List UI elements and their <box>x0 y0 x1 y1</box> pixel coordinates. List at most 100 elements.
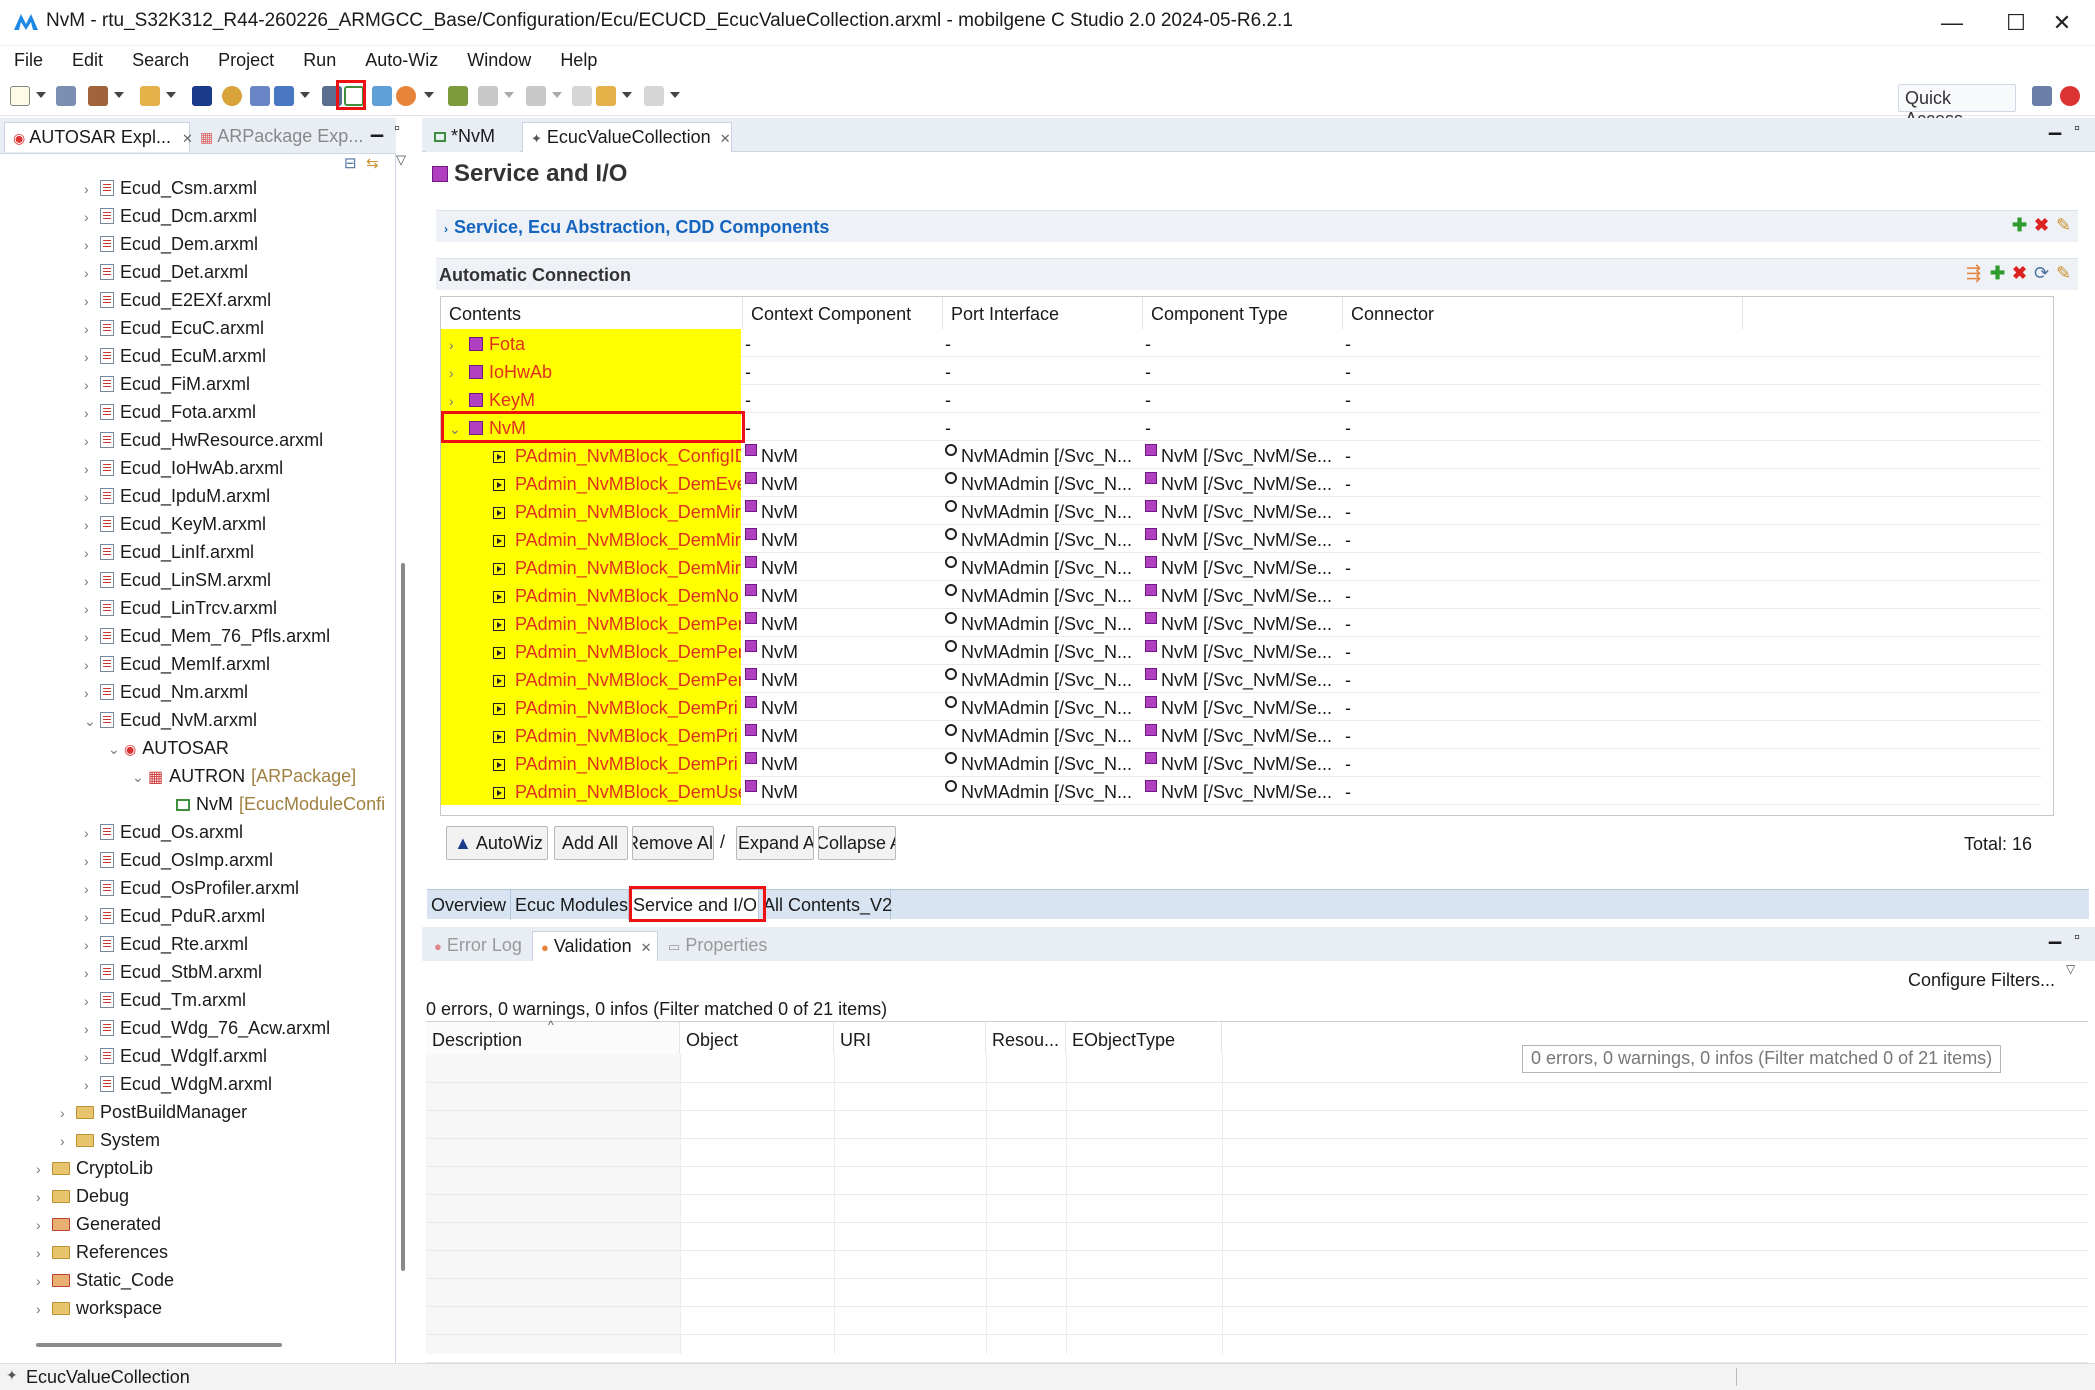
expand-arrow-icon[interactable]: › <box>84 259 100 286</box>
table-row[interactable]: PAdmin_NvMBlock_DemUse NvM NvMAdmin [/Svc_… <box>441 777 2041 805</box>
tree-item[interactable]: › Ecud_LinIf.arxml <box>84 538 395 566</box>
tree-item[interactable]: › Ecud_IpduM.arxml <box>84 482 395 510</box>
alert-icon[interactable] <box>396 86 416 106</box>
expand-arrow-icon[interactable]: › <box>84 539 100 566</box>
col-resource[interactable]: Resou... <box>986 1022 1066 1054</box>
expand-arrow-icon[interactable]: › <box>36 1295 52 1322</box>
alert-dropdown-icon[interactable] <box>424 92 434 98</box>
collapse-all-icon[interactable]: ⊟ <box>344 154 357 172</box>
tab-validation[interactable]: ● Validation ✕ <box>532 931 658 961</box>
tree-item[interactable]: › PostBuildManager <box>60 1098 395 1126</box>
new-icon[interactable] <box>10 86 30 106</box>
table-row[interactable]: PAdmin_NvMBlock_DemPri NvM NvMAdmin [/Svc_… <box>441 749 2041 777</box>
expand-arrow-icon[interactable]: › <box>445 358 465 385</box>
build-icon[interactable] <box>88 86 108 106</box>
expand-arrow-icon[interactable]: › <box>36 1183 52 1210</box>
collapse-arrow-icon[interactable]: ⌄ <box>108 735 124 762</box>
expand-arrow-icon[interactable]: › <box>84 427 100 454</box>
minimize-editor-icon[interactable]: ▁ <box>2046 118 2064 136</box>
tree-item[interactable]: › Static_Code <box>36 1266 395 1294</box>
expand-arrow-icon[interactable]: › <box>60 1099 76 1126</box>
forward-icon[interactable] <box>644 86 664 106</box>
expand-arrow-icon[interactable]: › <box>84 931 100 958</box>
cell-contents[interactable]: › IoHwAb <box>441 357 741 385</box>
table-row[interactable]: PAdmin_NvMBlock_DemEve NvM NvMAdmin [/Svc_… <box>441 469 2041 497</box>
perspective-icon[interactable] <box>2032 86 2052 106</box>
tab-arpackage-explorer[interactable]: ▦ ARPackage Exp... <box>192 122 363 152</box>
connect-icon[interactable]: ⇶ <box>1966 263 1981 284</box>
col-context-component[interactable]: Context Component <box>743 297 943 329</box>
tree-item[interactable]: › References <box>36 1238 395 1266</box>
expand-arrow-icon[interactable]: › <box>84 595 100 622</box>
expand-arrow-icon[interactable]: › <box>84 315 100 342</box>
expand-arrow-icon[interactable]: › <box>84 651 100 678</box>
cell-contents[interactable]: PAdmin_NvMBlock_DemPer <box>441 637 741 665</box>
wand-dropdown-icon[interactable] <box>166 92 176 98</box>
cell-contents[interactable]: PAdmin_NvMBlock_ConfigID <box>441 441 741 469</box>
page-tab-overview[interactable]: Overview <box>427 890 511 920</box>
collapse-all-button[interactable]: Collapse All <box>818 826 896 860</box>
col-contents[interactable]: Contents <box>441 297 743 329</box>
new-dropdown-icon[interactable] <box>36 92 46 98</box>
table-row[interactable]: › KeyM - - - - <box>441 385 2041 413</box>
expand-arrow-icon[interactable]: › <box>36 1239 52 1266</box>
expand-arrow-icon[interactable]: › <box>84 847 100 874</box>
cell-contents[interactable]: PAdmin_NvMBlock_DemUse <box>441 777 741 805</box>
col-connector[interactable]: Connector <box>1343 297 1743 329</box>
expand-arrow-icon[interactable]: › <box>84 1043 100 1070</box>
cell-contents[interactable]: › KeyM <box>441 385 741 413</box>
maximize-view-icon[interactable]: ▫ <box>388 120 406 138</box>
tree-item[interactable]: › Ecud_Nm.arxml <box>84 678 395 706</box>
table-row[interactable]: PAdmin_NvMBlock_DemMir NvM NvMAdmin [/Svc_… <box>441 525 2041 553</box>
tree-vertical-scrollbar[interactable] <box>401 563 405 1271</box>
cell-contents[interactable]: PAdmin_NvMBlock_DemMir <box>441 553 741 581</box>
quick-access-field[interactable]: Quick Access <box>1898 84 2016 129</box>
table-row[interactable]: PAdmin_NvMBlock_DemMir NvM NvMAdmin [/Svc_… <box>441 497 2041 525</box>
export-icon[interactable] <box>274 86 294 106</box>
tree-item[interactable]: › Ecud_LinTrcv.arxml <box>84 594 395 622</box>
tab-autosar-explorer[interactable]: ◉ AUTOSAR Expl... ✕ <box>4 122 193 152</box>
tree-horizontal-scrollbar[interactable] <box>36 1343 282 1347</box>
expand-arrow-icon[interactable]: › <box>84 1071 100 1098</box>
tree-item[interactable]: › Ecud_E2EXf.arxml <box>84 286 395 314</box>
table-row[interactable]: PAdmin_NvMBlock_DemMir NvM NvMAdmin [/Svc_… <box>441 553 2041 581</box>
add-icon[interactable]: ✚ <box>2012 215 2027 236</box>
tab-error-log[interactable]: ● Error Log <box>426 931 532 961</box>
tree-item[interactable]: › Ecud_HwResource.arxml <box>84 426 395 454</box>
tab-ecucvaluecollection[interactable]: ✦ EcucValueCollection ✕ <box>522 122 732 152</box>
expand-arrow-icon[interactable]: › <box>36 1267 52 1294</box>
remove-all-button[interactable]: Remove All <box>632 826 714 860</box>
filter-menu-icon[interactable]: ▽ <box>2066 962 2075 976</box>
close-tab-icon[interactable]: ✕ <box>720 131 731 146</box>
tree-item[interactable]: NvM [EcucModuleConfi <box>160 790 395 818</box>
cell-contents[interactable]: PAdmin_NvMBlock_DemPri <box>441 693 741 721</box>
maximize-editor-icon[interactable]: ▫ <box>2068 120 2086 138</box>
expand-arrow-icon[interactable]: › <box>84 875 100 902</box>
expand-arrow-icon[interactable]: › <box>84 903 100 930</box>
col-component-type[interactable]: Component Type <box>1143 297 1343 329</box>
tree-item[interactable]: › Ecud_EcuM.arxml <box>84 342 395 370</box>
tree-item[interactable]: › Ecud_KeyM.arxml <box>84 510 395 538</box>
minimize-button[interactable]: — <box>1920 0 1984 46</box>
tree-item[interactable]: › Ecud_Rte.arxml <box>84 930 395 958</box>
table-row[interactable]: PAdmin_NvMBlock_DemPer NvM NvMAdmin [/Svc_… <box>441 665 2041 693</box>
cell-contents[interactable]: PAdmin_NvMBlock_DemNo <box>441 581 741 609</box>
back-icon[interactable] <box>596 86 616 106</box>
link-icon[interactable] <box>448 86 468 106</box>
expand-arrow-icon[interactable]: › <box>36 1155 52 1182</box>
col-object[interactable]: Object <box>680 1022 834 1054</box>
cell-contents[interactable]: PAdmin_NvMBlock_DemMir <box>441 525 741 553</box>
col-eobjecttype[interactable]: EObjectType <box>1066 1022 1222 1054</box>
build-dropdown-icon[interactable] <box>114 92 124 98</box>
cell-contents[interactable]: PAdmin_NvMBlock_DemPri <box>441 721 741 749</box>
tree-item[interactable]: › Generated <box>36 1210 395 1238</box>
expand-arrow-icon[interactable]: › <box>84 175 100 202</box>
expand-arrow-icon[interactable]: › <box>84 623 100 650</box>
minimize-view-icon[interactable]: ▁ <box>368 120 386 138</box>
menu-auto-wiz[interactable]: Auto-Wiz <box>359 46 444 71</box>
cell-contents[interactable]: PAdmin_NvMBlock_DemEve <box>441 469 741 497</box>
tree-item[interactable]: › Ecud_WdgM.arxml <box>84 1070 395 1098</box>
wand-icon[interactable] <box>140 86 160 106</box>
section-title[interactable]: › Service, Ecu Abstraction, CDD Component… <box>444 217 829 238</box>
expand-arrow-icon[interactable]: › <box>445 330 465 357</box>
